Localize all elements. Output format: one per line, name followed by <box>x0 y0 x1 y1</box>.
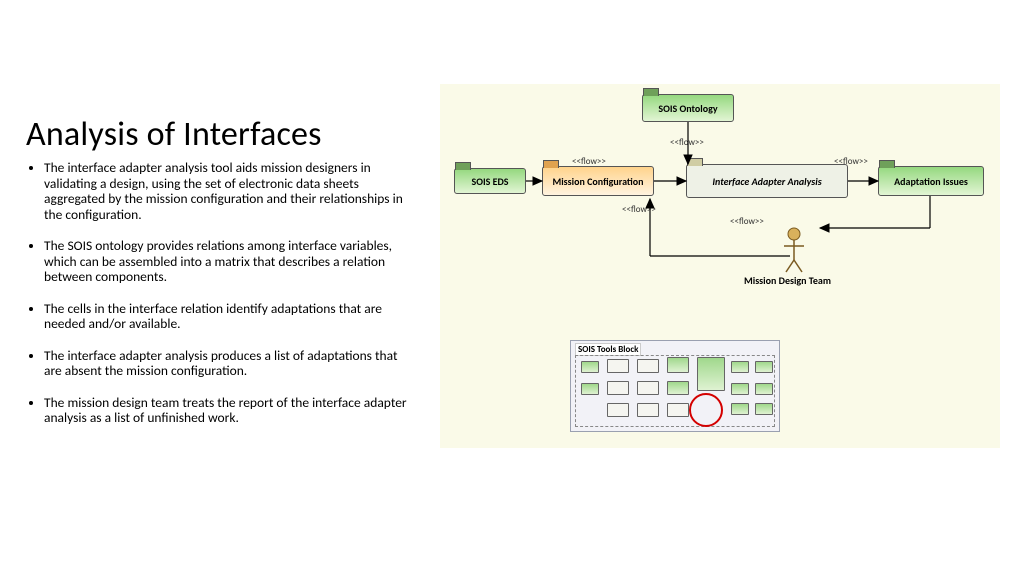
package-tab-icon <box>455 162 471 170</box>
flow-label: <<flow>> <box>730 216 764 227</box>
block-mission-configuration: Mission Configuration <box>542 166 654 196</box>
block-label: SOIS Ontology <box>658 102 717 115</box>
bullet-list: The interface adapter analysis tool aids… <box>26 160 416 442</box>
block-sois-ontology: SOIS Ontology <box>642 94 734 122</box>
flow-label: <<flow>> <box>572 156 606 167</box>
package-tab-icon <box>687 158 703 166</box>
block-label: Interface Adapter Analysis <box>712 175 821 188</box>
main-diagram-area: SOIS Ontology SOIS EDS Mission Configura… <box>440 84 1000 448</box>
bullet-item: The SOIS ontology provides relations amo… <box>44 238 416 285</box>
block-adaptation-issues: Adaptation Issues <box>878 166 984 196</box>
flow-label: <<flow>> <box>834 156 868 167</box>
actor-label: Mission Design Team <box>744 274 831 287</box>
slide-title: Analysis of Interfaces <box>26 114 322 155</box>
bullet-item: The interface adapter analysis tool aids… <box>44 160 416 222</box>
package-tab-icon <box>643 88 659 96</box>
block-label: Adaptation Issues <box>894 175 968 188</box>
block-interface-adapter-analysis: Interface Adapter Analysis <box>686 164 848 198</box>
package-tab-icon <box>879 160 895 168</box>
flow-label: <<flow>> <box>670 137 704 148</box>
thumbnail-sois-tools-block: SOIS Tools Block <box>570 340 780 432</box>
bullet-item: The interface adapter analysis produces … <box>44 348 416 379</box>
flow-label: <<flow>> <box>622 204 656 215</box>
block-label: SOIS EDS <box>471 175 508 188</box>
package-tab-icon <box>543 160 559 168</box>
arrows-svg <box>440 84 1000 344</box>
block-label: Mission Configuration <box>552 175 643 188</box>
block-sois-eds: SOIS EDS <box>454 168 526 194</box>
highlight-circle-icon <box>689 393 723 427</box>
bullet-item: The cells in the interface relation iden… <box>44 301 416 332</box>
bullet-item: The mission design team treats the repor… <box>44 395 416 426</box>
